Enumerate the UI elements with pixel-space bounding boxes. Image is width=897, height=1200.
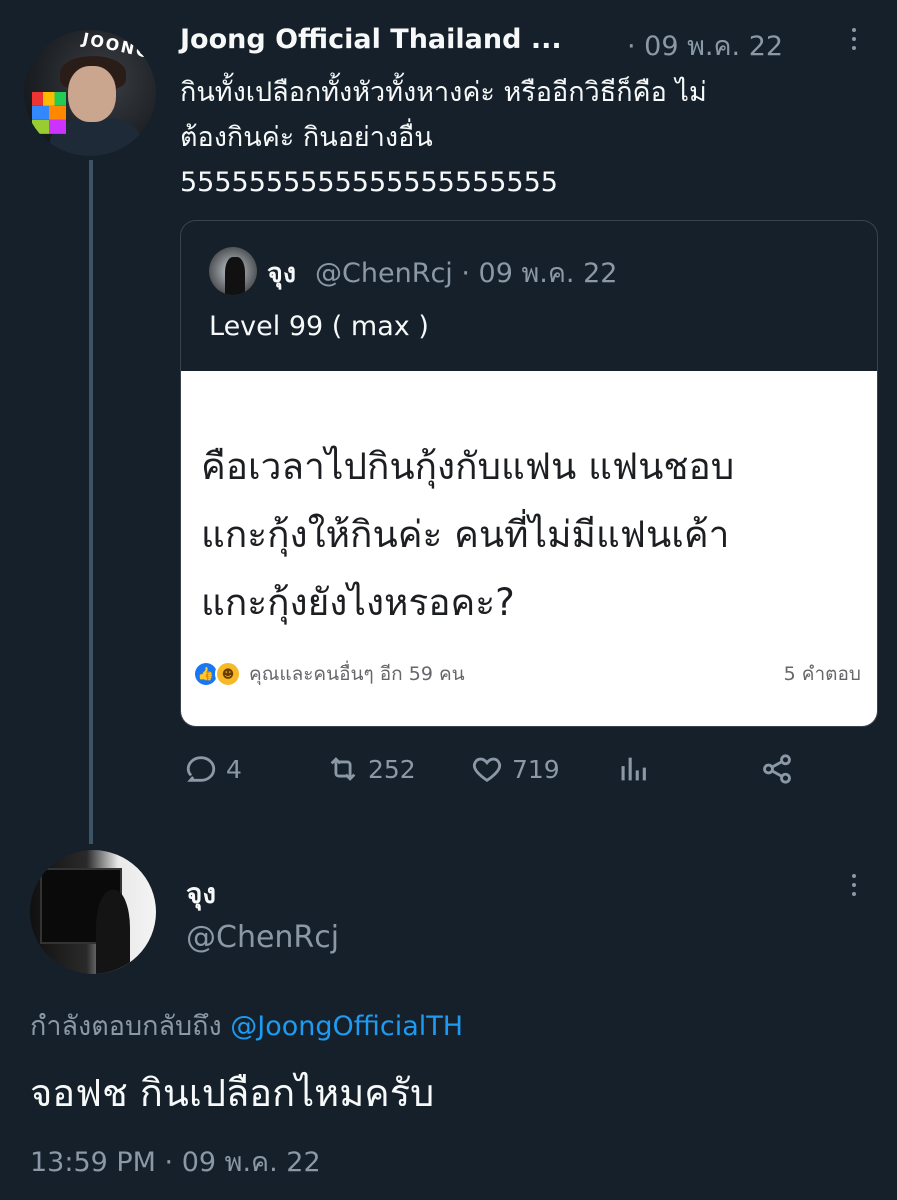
quoted-author-meta: @ChenRcj · 09 พ.ค. 22 [315, 258, 618, 289]
quoted-author-avatar [209, 247, 257, 295]
thread-connector-line [89, 160, 93, 844]
author-avatar[interactable]: JOONG [24, 30, 156, 156]
replying-to-mention[interactable]: @JoongOfficialTH [230, 1011, 463, 1042]
image-post-text: คือเวลาไปกินกุ้งกับแฟน แฟนชอบ แกะกุ้งให้… [201, 433, 851, 637]
image-reactions-text: คุณและคนอื่นๆ อีก 59 คน [249, 663, 465, 685]
retweet-button[interactable]: 252 [326, 752, 416, 786]
tweet-action-bar: 4 252 719 [180, 752, 860, 796]
analytics-icon [621, 757, 646, 781]
tweet-text-line: กินทั้งเปลือกทั้งหัวทั้งหางค่ะ หรืออีกวิ… [180, 77, 707, 108]
avatar-face [68, 66, 116, 122]
share-button[interactable] [760, 752, 794, 786]
share-icon [763, 754, 791, 784]
retweet-icon [330, 757, 356, 781]
reply-tweet-text: จอฟช กินเปลือกไหมครับ [30, 1071, 435, 1115]
fb-like-icon: 👍 [195, 663, 217, 685]
reply-button[interactable]: 4 [184, 752, 242, 786]
tweet-date[interactable]: · 09 พ.ค. 22 [627, 24, 783, 67]
tweet-text-line: 5555555555555555555555 [180, 167, 558, 198]
reply-author-avatar[interactable] [30, 850, 156, 974]
author-name[interactable]: Joong Official Thailand ... [180, 24, 562, 55]
fb-haha-icon: ☻ [215, 661, 241, 687]
image-post-line: แกะกุ้งยังไงหรอคะ? [201, 581, 515, 624]
retweet-count: 252 [368, 754, 416, 784]
tweet-text: กินทั้งเปลือกทั้งหัวทั้งหางค่ะ หรืออีกวิ… [180, 70, 860, 205]
reply-author-handle[interactable]: @ChenRcj [186, 920, 339, 955]
image-reactions: 👍 ☻ คุณและคนอื่นๆ อีก 59 คน [195, 659, 465, 689]
quoted-tweet-card[interactable]: จุง @ChenRcj · 09 พ.ค. 22 Level 99 ( max… [180, 220, 878, 727]
avatar-person [96, 890, 130, 974]
like-button[interactable]: 719 [470, 752, 560, 786]
analytics-button[interactable] [616, 752, 650, 786]
replying-to-label: กำลังตอบกลับถึง [30, 1011, 231, 1042]
image-comments-count: 5 คำตอบ [783, 663, 861, 685]
quoted-tweet-image[interactable]: คือเวลาไปกินกุ้งกับแฟน แฟนชอบ แกะกุ้งให้… [181, 371, 877, 726]
quoted-tweet-text: Level 99 ( max ) [209, 311, 429, 342]
like-icon [472, 757, 502, 783]
image-post-line: คือเวลาไปกินกุ้งกับแฟน แฟนชอบ [201, 445, 735, 488]
more-icon[interactable] [844, 24, 864, 60]
image-post-line: แกะกุ้งให้กินค่ะ คนที่ไม่มีแฟนเค้า [201, 513, 730, 556]
like-count: 719 [512, 754, 560, 784]
tweet-text-line: ต้องกินค่ะ กินอย่างอื่น [180, 122, 433, 153]
more-icon[interactable] [844, 870, 864, 906]
quoted-author-name: จุง [267, 258, 297, 289]
reply-timestamp[interactable]: 13:59 PM · 09 พ.ค. 22 [30, 1140, 321, 1183]
reply-author-name[interactable]: จุง [186, 872, 216, 916]
reply-count: 4 [226, 754, 242, 784]
avatar-blocks-decoration [32, 92, 66, 134]
replying-to: กำลังตอบกลับถึง @JoongOfficialTH [30, 1004, 463, 1047]
reply-icon [186, 756, 216, 782]
